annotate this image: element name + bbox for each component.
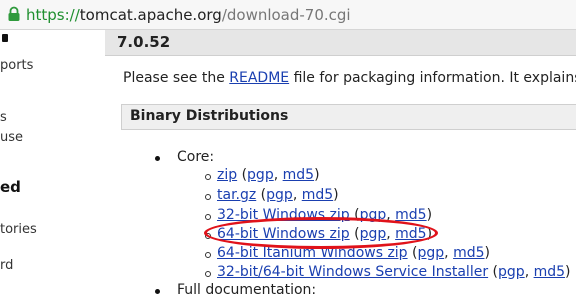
md5-link[interactable]: md5 bbox=[534, 264, 565, 280]
md5-link[interactable]: md5 bbox=[283, 167, 314, 183]
sidebar-item[interactable]: s bbox=[0, 110, 7, 125]
pgp-link[interactable]: pgp bbox=[247, 167, 274, 183]
section-title: Binary Distributions bbox=[130, 108, 289, 124]
bullet-icon bbox=[155, 289, 160, 294]
url-path: /download-70.cgi bbox=[221, 6, 351, 24]
list-item: zip (pgp, md5) bbox=[217, 167, 320, 183]
pgp-link[interactable]: pgp bbox=[360, 226, 387, 242]
sidebar-bullet-icon bbox=[2, 34, 8, 42]
list-item: 32-bit Windows zip (pgp, md5) bbox=[217, 207, 433, 223]
list-item: 32-bit/64-bit Windows Service Installer … bbox=[217, 264, 571, 280]
md5-link[interactable]: md5 bbox=[302, 187, 333, 203]
url-host: tomcat.apache.org bbox=[79, 6, 222, 24]
list-item-highlighted: 64-bit Windows zip (pgp, md5) bbox=[217, 226, 433, 242]
version-header: 7.0.52 bbox=[105, 30, 576, 56]
circle-bullet-icon bbox=[205, 252, 211, 258]
download-link[interactable]: 64-bit Itanium Windows zip bbox=[217, 245, 408, 261]
circle-bullet-icon bbox=[205, 194, 211, 200]
md5-link[interactable]: md5 bbox=[453, 245, 484, 261]
sidebar-item[interactable]: tories bbox=[0, 222, 37, 237]
binary-distributions-header: Binary Distributions bbox=[121, 104, 576, 130]
md5-link[interactable]: md5 bbox=[395, 226, 426, 242]
md5-link[interactable]: md5 bbox=[395, 207, 426, 223]
list-item: 64-bit Itanium Windows zip (pgp, md5) bbox=[217, 245, 490, 261]
circle-bullet-icon bbox=[205, 233, 211, 239]
download-link[interactable]: tar.gz bbox=[217, 187, 256, 203]
sidebar-item[interactable]: use bbox=[0, 130, 23, 145]
url-scheme: https:// bbox=[26, 6, 80, 24]
pgp-link[interactable]: pgp bbox=[498, 264, 525, 280]
circle-bullet-icon bbox=[205, 174, 211, 180]
pgp-link[interactable]: pgp bbox=[360, 207, 387, 223]
readme-link[interactable]: README bbox=[229, 70, 289, 86]
download-link[interactable]: 32-bit/64-bit Windows Service Installer bbox=[217, 264, 488, 280]
download-link[interactable]: 64-bit Windows zip bbox=[217, 226, 350, 242]
main-content: 7.0.52 Please see the README file for pa… bbox=[97, 30, 576, 298]
sidebar-item[interactable]: rd bbox=[0, 258, 13, 273]
version-title: 7.0.52 bbox=[117, 33, 171, 51]
address-bar[interactable]: https://tomcat.apache.org/download-70.cg… bbox=[0, 0, 576, 30]
readme-paragraph: Please see the README file for packaging… bbox=[123, 70, 576, 86]
left-sidebar: ports s use ed tories rd bbox=[0, 30, 97, 298]
pgp-link[interactable]: pgp bbox=[418, 245, 445, 261]
lock-icon bbox=[6, 6, 22, 22]
sidebar-heading: ed bbox=[0, 178, 21, 196]
sidebar-item[interactable]: ports bbox=[0, 58, 33, 73]
url-text[interactable]: https://tomcat.apache.org/download-70.cg… bbox=[26, 5, 351, 25]
list-item: tar.gz (pgp, md5) bbox=[217, 187, 339, 203]
full-documentation-label: Full documentation: bbox=[177, 282, 317, 298]
bullet-icon bbox=[155, 156, 160, 161]
pgp-link[interactable]: pgp bbox=[266, 187, 293, 203]
download-link[interactable]: 32-bit Windows zip bbox=[217, 207, 350, 223]
circle-bullet-icon bbox=[205, 214, 211, 220]
download-link[interactable]: zip bbox=[217, 167, 237, 183]
circle-bullet-icon bbox=[205, 271, 211, 277]
core-label: Core: bbox=[177, 149, 215, 165]
